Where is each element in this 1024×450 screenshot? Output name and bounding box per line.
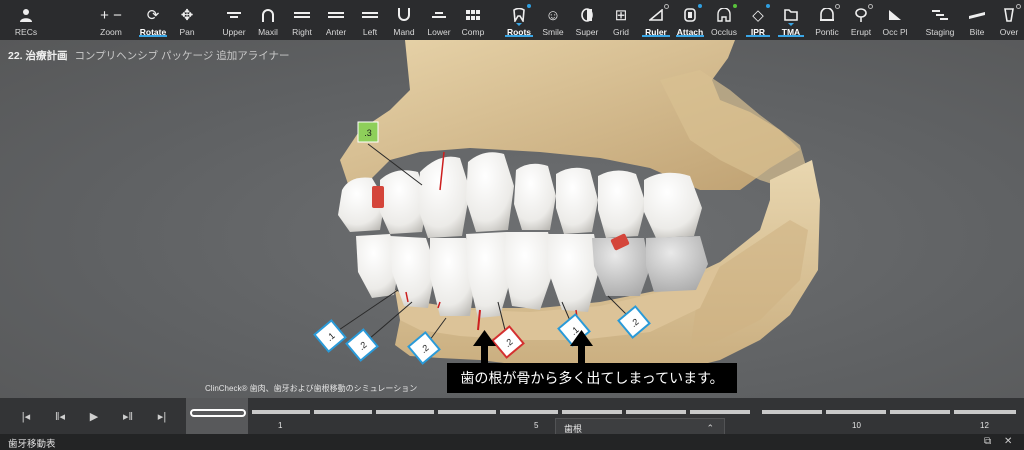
step-back-icon: ‖◂: [54, 410, 66, 423]
grid-icon: ⊞: [614, 6, 628, 24]
ipr-tag-lower-1[interactable]: .1: [313, 319, 347, 353]
tooth-roots-icon: [513, 4, 531, 26]
occlusal-plane-icon: [888, 5, 902, 25]
3d-viewport[interactable]: 22. 治療計画 コンプリヘンシブ パッケージ 追加アライナー .3 .1 .2…: [0, 40, 1024, 398]
pan-button[interactable]: ✥ Pan: [172, 0, 202, 40]
stage-segment[interactable]: [890, 410, 950, 414]
occlusal-plane-button[interactable]: Occ Pl: [878, 0, 912, 40]
skip-end-icon: ▸|: [157, 410, 167, 423]
upper-jaw-icon: [227, 5, 241, 25]
stage-segment[interactable]: [762, 410, 822, 414]
playback-controls: |◂ ‖◂ ▶ ▸‖ ▸|: [0, 398, 1024, 434]
step-forward-button[interactable]: ▸‖: [120, 408, 136, 424]
compare-button[interactable]: Comp: [458, 0, 488, 40]
left-view-icon: [362, 5, 378, 25]
ipr-diamond-icon: ◇: [752, 4, 770, 25]
superimpose-icon: [581, 5, 593, 25]
maxil-button[interactable]: Maxil: [253, 0, 283, 40]
stage-segment[interactable]: [826, 410, 886, 414]
stage-number: 5: [534, 421, 539, 430]
tma-button[interactable]: TMA: [776, 0, 806, 40]
ipr-button[interactable]: ◇ IPR: [744, 0, 772, 40]
anterior-view-button[interactable]: Anter: [321, 0, 351, 40]
ipr-tag-lower-2[interactable]: .2: [345, 328, 379, 362]
stage-segment[interactable]: [438, 410, 496, 414]
stage-segment[interactable]: [626, 410, 686, 414]
anterior-view-icon: [328, 5, 344, 25]
rotate-button[interactable]: ⟳ Rotate: [137, 0, 169, 40]
stage-segment[interactable]: [252, 410, 310, 414]
pan-icon: ✥: [180, 6, 194, 24]
grid-button[interactable]: ⊞ Grid: [606, 0, 636, 40]
roots-button[interactable]: Roots: [503, 0, 535, 40]
pontic-icon: [820, 4, 840, 25]
stage-number: 10: [852, 421, 861, 430]
stage-segment[interactable]: [314, 410, 372, 414]
erupt-icon: [855, 4, 873, 25]
overjet-icon: [1003, 4, 1021, 25]
smile-button[interactable]: ☺ Smile: [538, 0, 568, 40]
right-view-icon: [294, 5, 310, 25]
rotate-icon: ⟳: [146, 6, 160, 24]
mandible-icon: [397, 5, 411, 25]
bite-icon: [969, 5, 985, 25]
compare-grid-icon: [466, 5, 480, 25]
zoom-icon: + −: [100, 6, 122, 24]
chevron-up-icon: ⌃: [706, 423, 714, 433]
occlusion-icon: [717, 4, 737, 25]
staging-button[interactable]: Staging: [922, 0, 958, 40]
ipr-tag-upper[interactable]: .3: [357, 121, 379, 143]
superimpose-button[interactable]: Super: [571, 0, 603, 40]
recs-button[interactable]: RECs: [10, 0, 42, 40]
dropdown-value: 歯根: [564, 423, 583, 434]
mand-button[interactable]: Mand: [389, 0, 419, 40]
dental-model[interactable]: .3 .1 .2 .2 .2 .1 .2: [0, 40, 1024, 398]
tooth-movement-table-bar[interactable]: 歯牙移動表 ⧉ ✕: [0, 434, 1024, 450]
stage-number: 12: [980, 421, 989, 430]
stage-segment[interactable]: [562, 410, 622, 414]
lower-button[interactable]: Lower: [423, 0, 455, 40]
copy-icon[interactable]: ⧉: [984, 436, 991, 447]
overjet-button[interactable]: Over: [996, 0, 1022, 40]
right-view-button[interactable]: Right: [287, 0, 317, 40]
clincheck-disclaimer: ClinCheck® 歯肉、歯牙および歯根移動のシミュレーション: [205, 384, 418, 393]
lower-jaw-icon: [432, 5, 446, 25]
tma-folder-icon: [784, 5, 798, 26]
skip-to-start-button[interactable]: |◂: [18, 408, 34, 424]
step-back-button[interactable]: ‖◂: [52, 408, 68, 424]
svg-text:.3: .3: [364, 128, 372, 138]
occlusion-button[interactable]: Occlus: [708, 0, 740, 40]
step-forward-icon: ▸‖: [122, 410, 134, 423]
person-icon: [19, 5, 33, 25]
staging-icon: [932, 5, 948, 25]
zoom-button[interactable]: + − Zoom: [94, 0, 128, 40]
stage-segment[interactable]: [954, 410, 1016, 414]
annotation-callout: 歯の根が骨から多く出てしまっています。: [447, 363, 737, 393]
stage-segment[interactable]: [500, 410, 558, 414]
upper-button[interactable]: Upper: [219, 0, 249, 40]
ruler-button[interactable]: Ruler: [640, 0, 672, 40]
smile-icon: ☺: [545, 6, 561, 24]
skip-to-end-button[interactable]: ▸|: [154, 408, 170, 424]
attach-button[interactable]: Attach: [674, 0, 706, 40]
stage-0-marker[interactable]: [190, 409, 246, 417]
stage-segment[interactable]: [376, 410, 434, 414]
maxilla-icon: [261, 5, 275, 25]
pontic-button[interactable]: Pontic: [811, 0, 843, 40]
stage-segment[interactable]: [690, 410, 750, 414]
attachment-icon: [684, 4, 702, 25]
bite-button[interactable]: Bite: [963, 0, 991, 40]
erupt-button[interactable]: Erupt: [846, 0, 876, 40]
toolbar: RECs + − Zoom ⟳ Rotate ✥ Pan Upper Maxil…: [0, 0, 1024, 40]
tooth-movement-table-title: 歯牙移動表: [8, 439, 56, 450]
close-icon[interactable]: ✕: [1004, 436, 1012, 447]
play-button[interactable]: ▶: [86, 408, 102, 424]
ruler-icon: [649, 4, 669, 25]
play-icon: ▶: [89, 410, 99, 423]
skip-start-icon: |◂: [21, 410, 31, 423]
left-view-button[interactable]: Left: [355, 0, 385, 40]
attachment-marker: [372, 186, 384, 208]
stage-number: 1: [278, 421, 283, 430]
